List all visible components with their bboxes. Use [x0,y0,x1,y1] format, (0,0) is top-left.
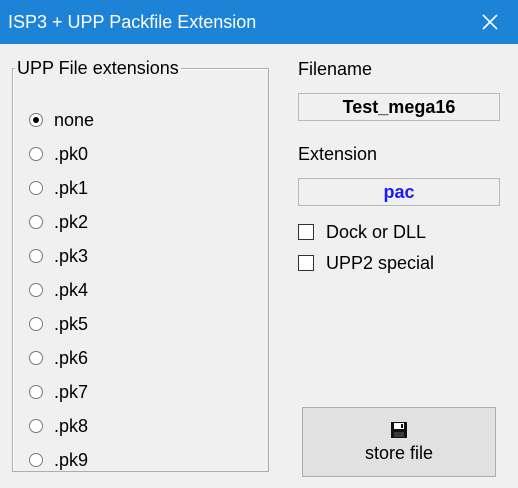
radio-button[interactable] [29,181,43,195]
radio-label: .pk9 [54,449,89,470]
radio-pk0[interactable]: .pk0 [29,141,88,167]
radio-pk2[interactable]: .pk2 [29,209,88,235]
filename-field: Test_mega16 [298,93,500,121]
dock-dll-checkbox[interactable]: Dock or DLL [298,219,426,245]
radio-button[interactable] [29,249,43,263]
radio-button[interactable] [29,147,43,161]
radio-pk1[interactable]: .pk1 [29,175,88,201]
checkbox[interactable] [298,255,314,271]
radio-button[interactable] [29,317,43,331]
radio-label: none [54,109,95,130]
window-title: ISP3 + UPP Packfile Extension [8,12,257,32]
filename-label: Filename [298,59,373,79]
radio-pk6[interactable]: .pk6 [29,345,88,371]
radio-label: .pk4 [54,279,89,300]
radio-pk7[interactable]: .pk7 [29,379,88,405]
checkbox-label: Dock or DLL [326,221,427,242]
upp2-special-checkbox[interactable]: UPP2 special [298,250,434,276]
radio-label: .pk0 [54,143,89,164]
extension-field: pac [298,178,500,206]
radio-button[interactable] [29,385,43,399]
store-file-button[interactable]: store file [302,407,496,477]
title-bar[interactable]: ISP3 + UPP Packfile Extension [0,0,518,44]
groupbox-title: UPP File extensions [15,57,181,79]
radio-button[interactable] [29,283,43,297]
close-button[interactable] [462,0,518,44]
radio-label: .pk7 [54,381,89,402]
radio-label: .pk2 [54,211,89,232]
checkbox-label: UPP2 special [326,252,435,273]
store-file-label: store file [364,442,434,463]
radio-label: .pk8 [54,415,89,436]
radio-button[interactable] [29,113,43,127]
radio-pk8[interactable]: .pk8 [29,413,88,439]
checkbox[interactable] [298,224,314,240]
dialog-body: UPP File extensions none .pk0 .pk1 .pk2 … [0,44,518,488]
radio-label: .pk1 [54,177,89,198]
close-icon [482,14,498,30]
radio-none[interactable]: none [29,107,94,133]
radio-label: .pk3 [54,245,89,266]
radio-pk9[interactable]: .pk9 [29,447,88,473]
radio-pk4[interactable]: .pk4 [29,277,88,303]
radio-button[interactable] [29,419,43,433]
radio-button[interactable] [29,351,43,365]
radio-label: .pk5 [54,313,89,334]
radio-button[interactable] [29,215,43,229]
radio-button[interactable] [29,453,43,467]
extensions-groupbox: UPP File extensions none .pk0 .pk1 .pk2 … [12,57,269,473]
radio-pk5[interactable]: .pk5 [29,311,88,337]
radio-pk3[interactable]: .pk3 [29,243,88,269]
floppy-disk-icon [391,421,407,438]
extension-label: Extension [298,144,378,164]
radio-label: .pk6 [54,347,89,368]
